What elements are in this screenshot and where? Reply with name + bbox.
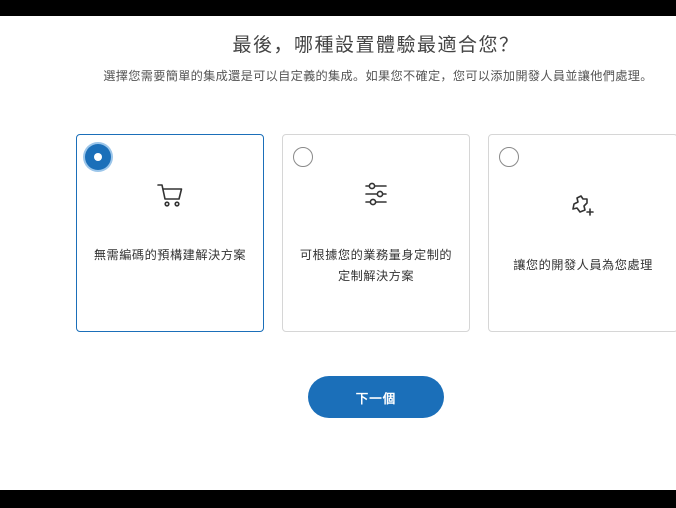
- option-radio-prebuilt[interactable]: [85, 144, 111, 170]
- option-card-developer[interactable]: 讓您的開發人員為您處理: [488, 134, 676, 332]
- option-radio-custom[interactable]: [293, 147, 313, 167]
- option-radio-developer[interactable]: [499, 147, 519, 167]
- shopping-cart-icon: [155, 180, 185, 210]
- option-label-custom: 可根據您的業務量身定制的定制解決方案: [299, 248, 453, 283]
- option-card-custom[interactable]: 可根據您的業務量身定制的定制解決方案: [282, 134, 470, 332]
- setup-experience-page: 最後，哪種設置體驗最適合您？ 選擇您需要簡單的集成還是可以自定義的集成。如果您不…: [0, 16, 676, 490]
- option-card-prebuilt[interactable]: 無需編碼的預構建解決方案: [76, 134, 264, 332]
- option-label-developer: 讓您的開發人員為您處理: [513, 258, 653, 272]
- option-label-prebuilt: 無需編碼的預構建解決方案: [93, 248, 247, 262]
- sliders-icon: [361, 179, 391, 209]
- bottom-black-bar: [0, 490, 676, 508]
- page-title: 最後，哪種設置體驗最適合您？: [232, 34, 520, 56]
- page-subtitle: 選擇您需要簡單的集成還是可以自定義的集成。如果您不確定，您可以添加開發人員並讓他…: [103, 69, 653, 83]
- top-black-bar: [0, 0, 676, 16]
- next-button[interactable]: 下一個: [308, 376, 444, 418]
- puzzle-add-icon: [568, 190, 598, 220]
